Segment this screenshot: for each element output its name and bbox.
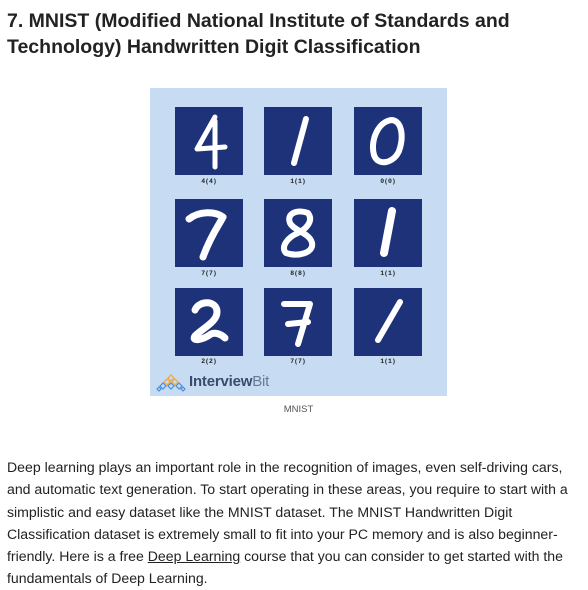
digit-image-cell: [264, 107, 332, 175]
digit-image-cell: [264, 288, 332, 356]
digit-7-drawing: [281, 301, 313, 347]
digit-image-cell: [175, 288, 243, 356]
digit-image-cell: [264, 199, 332, 267]
digit-label: 0(0): [380, 178, 396, 185]
digit-image-cell: [175, 199, 243, 267]
digit-4-drawing: [194, 114, 228, 170]
digit-image-cell: [354, 107, 422, 175]
digit-label: 7(7): [201, 270, 217, 277]
digit-label: 1(1): [380, 270, 396, 277]
digit-image-cell: [354, 288, 422, 356]
digit-label: 1(1): [380, 358, 396, 365]
digit-0-drawing: [370, 117, 405, 166]
digit-2-drawing: [190, 299, 229, 344]
digit-1-drawing: [375, 299, 403, 343]
body-paragraph: Deep learning plays an important role in…: [7, 456, 585, 590]
digit-label: 2(2): [201, 358, 217, 365]
digit-label: 4(4): [201, 178, 217, 185]
mnist-figure: 4(4) 1(1) 0(0) 7(7) 8(8) 1(1) 2(2) 7(7) …: [150, 88, 447, 396]
figure-caption: MNIST: [283, 404, 314, 415]
digit-label: 7(7): [290, 358, 306, 365]
logo-text-secondary: Bit: [252, 373, 270, 390]
logo-text-primary: Interview: [189, 373, 253, 390]
digit-7-drawing: [185, 209, 227, 261]
digit-image-cell: [175, 107, 243, 175]
digit-1-drawing: [291, 116, 309, 166]
digit-label: 1(1): [290, 178, 306, 185]
interviewbit-logo-icon: [156, 374, 186, 392]
section-heading: 7. MNIST (Modified National Institute of…: [7, 10, 510, 58]
digit-label: 8(8): [290, 270, 306, 277]
digit-image-cell: [354, 199, 422, 267]
digit-1-drawing: [380, 207, 396, 257]
deep-learning-link[interactable]: Deep Learning: [148, 548, 240, 564]
digit-8-drawing: [280, 208, 316, 258]
interviewbit-logo-text: InterviewBit: [189, 373, 269, 390]
